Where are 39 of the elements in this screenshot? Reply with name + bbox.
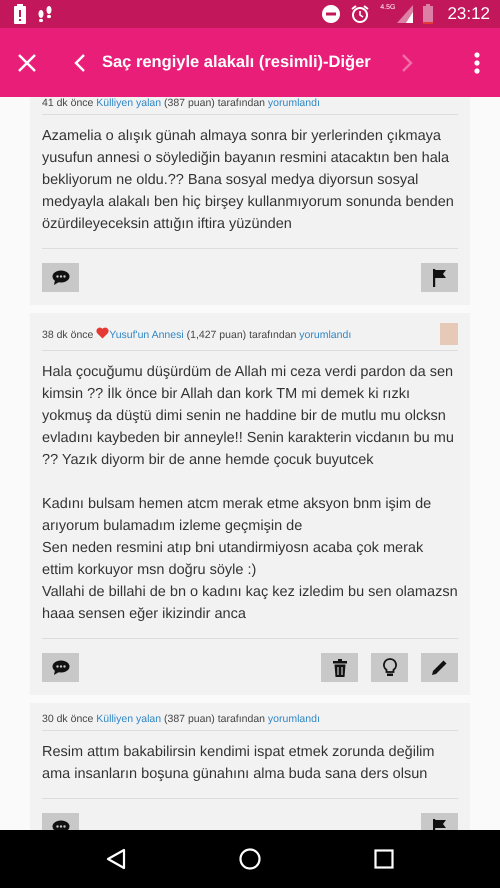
chevron-right-icon: [400, 54, 413, 72]
comment-link[interactable]: yorumlandı: [299, 329, 352, 341]
reply-button[interactable]: [42, 653, 79, 682]
lightbulb-icon: [382, 658, 396, 677]
comment-meta: 41 dk önce Külliyen yalan (387 puan) tarafından yorumlandı: [42, 97, 321, 109]
comment-link[interactable]: yorumlandı: [268, 713, 320, 725]
idea-button[interactable]: [371, 653, 408, 682]
reply-button[interactable]: [42, 263, 79, 292]
chevron-left-icon: [74, 54, 86, 72]
battery-icon: [423, 4, 434, 24]
back-triangle-icon: [106, 848, 126, 870]
more-vertical-icon: [474, 52, 480, 74]
user-link[interactable]: Külliyen yalan: [96, 97, 162, 109]
reply-icon: [52, 660, 70, 675]
reply-icon: [52, 270, 70, 285]
comment-meta: 38 dk önce Yusuf'un Annesi (1,427 puan) tarafından yorumlandı: [42, 327, 352, 341]
home-circle-icon: [238, 848, 261, 870]
flag-icon: [432, 268, 446, 286]
signal-icon: [397, 5, 414, 23]
comment-text: Hala çocuğumu düşürdüm de Allah mi ceza verdi pardon da sen kimsin ?? İlk önce bir Allah dan kork TM mi demek ki rızkı yokmuş da düştü dimi senin ne haddine bir de mutlu mu olcksn evladını kaybeden bir anneyle!! Senin karakterin vicdanın bu mu ?? Yazık diyorm bir de anne hemde çocuk buyutcek Kadını bulsam hemen atcm merak etme aksyon bnm işim de arıyorum bulamadım izleme geçmişin de Sen neden resmini atıp bni utandirmiyosn acaba çok merak ettim korkuyor msn doğru söyle :) Vallahi de billahi de bn o kadını kaç kez izledim bu sen olamazsn haaa sensen eğer ikizindir anca: [42, 351, 458, 639]
flag-button[interactable]: [421, 263, 458, 292]
delete-button[interactable]: [321, 653, 358, 682]
footprints-icon: [36, 5, 54, 23]
recent-apps-square-icon: [374, 849, 394, 869]
page-title: Saç rengiyle alakalı (resimli)-Diğer: [102, 53, 371, 72]
comment-text: Resim attım bakabilirsin kendimi ispat etmek zorunda değilim ama insanların boşuna günahını alma buda sana ders olsun: [42, 731, 458, 799]
pencil-icon: [431, 659, 448, 676]
edit-button[interactable]: [421, 653, 458, 682]
comment-meta: 30 dk önce Külliyen yalan (387 puan) tarafından yorumlandı: [42, 713, 321, 725]
clock-time: 23:12: [447, 4, 490, 24]
user-link[interactable]: Yusuf'un Annesi: [109, 329, 184, 341]
alarm-clock-icon: [350, 4, 370, 24]
trash-icon: [332, 658, 346, 676]
comment-text: Azamelia o alışık günah almaya sonra bir yerlerinden çıkmaya yusufun annesi o söylediğin bayanın resmini atacaktın ben hala bekliyorum ne oldu.?? Bana sosyal medya diyorsun sosyal medyayla alakalı ben hiç birşey kullanmıyorum sonunda benden özürdileyeceksin attığın iftira yüzünden: [42, 115, 458, 249]
user-link[interactable]: Külliyen yalan: [96, 713, 162, 725]
do-not-disturb-icon: [322, 5, 340, 23]
battery-alert-icon: [14, 4, 26, 24]
close-icon: [18, 54, 36, 72]
comment-link[interactable]: yorumlandı: [268, 97, 320, 109]
